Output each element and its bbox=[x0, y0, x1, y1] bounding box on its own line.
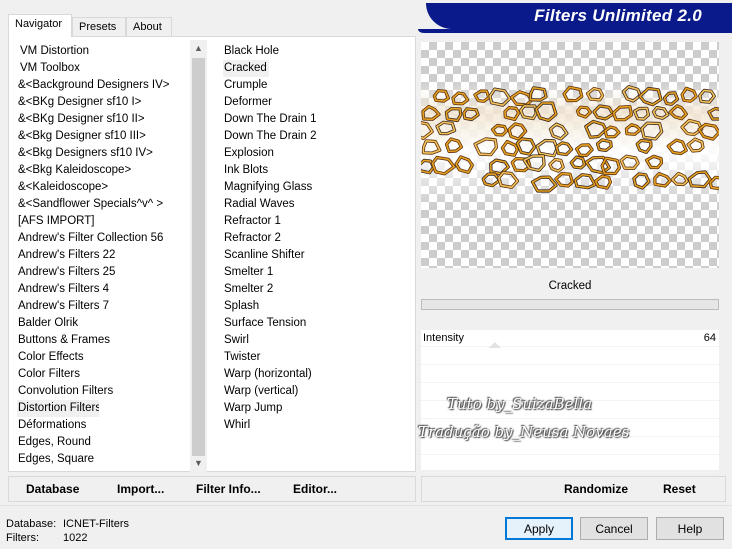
category-list-item[interactable]: Andrew's Filters 22 bbox=[17, 247, 189, 264]
category-list-item[interactable]: &<Background Designers IV> bbox=[17, 77, 189, 94]
filters-label: Filters: bbox=[6, 532, 39, 544]
filter-list-item[interactable]: Down The Drain 2 bbox=[223, 128, 419, 145]
category-list-item[interactable]: [AFS IMPORT] bbox=[17, 213, 189, 230]
banner-underline bbox=[418, 29, 732, 33]
database-label: Database: bbox=[6, 518, 57, 530]
category-list-item[interactable]: &<Bkg Designers sf10 IV> bbox=[17, 145, 189, 162]
filter-preview bbox=[421, 42, 719, 268]
category-list-item[interactable]: VM Distortion bbox=[17, 43, 189, 60]
filter-list-item[interactable]: Swirl bbox=[223, 332, 419, 349]
category-list-item[interactable]: Andrew's Filters 4 bbox=[17, 281, 189, 298]
navigator-panel: VM Distortion VM Toolbox &<Background Desi… bbox=[8, 36, 416, 472]
category-list-item[interactable]: &<Bkg Kaleidoscope> bbox=[17, 162, 189, 179]
filter-list-item[interactable]: Twister bbox=[223, 349, 419, 366]
filter-list-item[interactable]: Surface Tension bbox=[223, 315, 419, 332]
filter-list-item[interactable]: Cracked bbox=[223, 60, 269, 77]
database-button[interactable]: Database bbox=[26, 482, 79, 496]
category-list-item[interactable]: Color Effects bbox=[17, 349, 189, 366]
param-row-empty bbox=[421, 366, 719, 383]
category-list-item[interactable]: &<BKg Designer sf10 I> bbox=[17, 94, 189, 111]
filter-list-item[interactable]: Warp (vertical) bbox=[223, 383, 419, 400]
watermark-line-2: Tradução by_Neusa Novaes bbox=[418, 423, 630, 441]
filter-list-item[interactable]: Ink Blots bbox=[223, 162, 419, 179]
filter-list-item[interactable]: Splash bbox=[223, 298, 419, 315]
filter-list-item[interactable]: Scanline Shifter bbox=[223, 247, 419, 264]
category-list[interactable]: VM Distortion VM Toolbox &<Background Desi… bbox=[17, 43, 189, 468]
intensity-value: 64 bbox=[703, 332, 716, 344]
filter-list-item[interactable]: Black Hole bbox=[223, 43, 419, 60]
cancel-button[interactable]: Cancel bbox=[580, 517, 648, 540]
category-list-item[interactable]: &<Sandflower Specials^v^ > bbox=[17, 196, 189, 213]
category-list-item[interactable]: Déformations bbox=[17, 417, 189, 434]
filter-list-item[interactable]: Deformer bbox=[223, 94, 419, 111]
category-list-item[interactable]: Color Filters bbox=[17, 366, 189, 383]
category-list-item[interactable]: Andrew's Filter Collection 56 bbox=[17, 230, 189, 247]
category-list-item[interactable]: &<Kaleidoscope> bbox=[17, 179, 189, 196]
category-list-item[interactable]: Andrew's Filters 7 bbox=[17, 298, 189, 315]
filter-list-item[interactable]: Warp Jump bbox=[223, 400, 419, 417]
editor-button[interactable]: Editor... bbox=[293, 482, 337, 496]
filter-info-button[interactable]: Filter Info... bbox=[196, 482, 261, 496]
category-list-item[interactable]: Edges, Square bbox=[17, 451, 189, 468]
param-row-empty bbox=[421, 456, 719, 473]
intensity-slider[interactable]: Intensity 64 bbox=[421, 330, 719, 348]
help-button[interactable]: Help bbox=[656, 517, 724, 540]
app-title-banner: Filters Unlimited 2.0 bbox=[426, 3, 732, 29]
parameter-toolbar: Randomize Reset bbox=[421, 476, 726, 502]
intensity-label: Intensity bbox=[423, 332, 464, 344]
scroll-up-icon[interactable]: ▲ bbox=[190, 40, 207, 57]
reset-button[interactable]: Reset bbox=[663, 482, 696, 496]
filter-list-item[interactable]: Warp (horizontal) bbox=[223, 366, 419, 383]
filter-list-item[interactable]: Whirl bbox=[223, 417, 419, 434]
category-list-item[interactable]: Balder Olrik bbox=[17, 315, 189, 332]
tab-navigator[interactable]: Navigator bbox=[8, 14, 72, 37]
category-list-item[interactable]: &<Bkg Designer sf10 III> bbox=[17, 128, 189, 145]
category-list-item[interactable]: Convolution Filters bbox=[17, 383, 189, 400]
navigator-toolbar: Database Import... Filter Info... Editor… bbox=[8, 476, 416, 502]
randomize-button[interactable]: Randomize bbox=[564, 482, 628, 496]
filter-list-item[interactable]: Smelter 1 bbox=[223, 264, 419, 281]
filter-name-display: Cracked bbox=[548, 280, 592, 292]
tab-about[interactable]: About bbox=[126, 17, 172, 36]
filter-list-item[interactable]: Smelter 2 bbox=[223, 281, 419, 298]
category-scrollbar[interactable]: ▲ ▼ bbox=[190, 40, 207, 472]
app-title: Filters Unlimited 2.0 bbox=[534, 6, 702, 25]
database-value: ICNET-Filters bbox=[63, 518, 129, 530]
watermark-line-1: Tuto by_SuizaBella bbox=[447, 395, 593, 413]
filter-list-item[interactable]: Explosion bbox=[223, 145, 419, 162]
filter-list-item[interactable]: Magnifying Glass bbox=[223, 179, 419, 196]
filter-list-item[interactable]: Radial Waves bbox=[223, 196, 419, 213]
progress-bar bbox=[421, 299, 719, 310]
category-list-item[interactable]: &<BKg Designer sf10 II> bbox=[17, 111, 189, 128]
filter-list-item[interactable]: Crumple bbox=[223, 77, 419, 94]
filter-list-item[interactable]: Down The Drain 1 bbox=[223, 111, 419, 128]
filter-list-item[interactable]: Refractor 1 bbox=[223, 213, 419, 230]
status-footer: Database: ICNET-Filters Filters: 1022 Ap… bbox=[0, 505, 732, 549]
tab-presets[interactable]: Presets bbox=[72, 17, 126, 36]
apply-button[interactable]: Apply bbox=[505, 517, 573, 540]
cracked-preview-image bbox=[421, 80, 719, 208]
filter-list-item[interactable]: Refractor 2 bbox=[223, 230, 419, 247]
param-row-empty bbox=[421, 348, 719, 365]
filters-count: 1022 bbox=[63, 532, 88, 544]
category-list-item[interactable]: VM Toolbox bbox=[17, 60, 189, 77]
import-button[interactable]: Import... bbox=[117, 482, 164, 496]
filter-list[interactable]: Black Hole Cracked Crumple Deformer Down The… bbox=[223, 43, 419, 434]
scroll-down-icon[interactable]: ▼ bbox=[190, 455, 207, 472]
scroll-thumb[interactable] bbox=[192, 58, 205, 456]
category-list-item[interactable]: Distortion Filters bbox=[17, 400, 99, 417]
category-list-item[interactable]: Buttons & Frames bbox=[17, 332, 189, 349]
category-list-item[interactable]: Andrew's Filters 25 bbox=[17, 264, 189, 281]
category-list-item[interactable]: Edges, Round bbox=[17, 434, 189, 451]
